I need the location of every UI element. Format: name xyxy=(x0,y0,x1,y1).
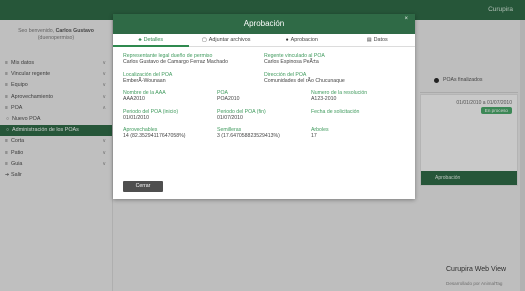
tab-label: Datos xyxy=(373,37,388,43)
field-row: Localización del POA EmberÃ-Wounaan Dire… xyxy=(123,72,405,85)
field-row: Nombre de la AAA AAA2010 POA POA2010 Num… xyxy=(123,90,405,103)
tab-detalles[interactable]: ♣ Detalles xyxy=(113,34,189,47)
modal-title: Aprobación xyxy=(243,19,285,28)
field-value: POA2010 xyxy=(216,96,240,102)
file-icon: ▢ xyxy=(202,37,207,43)
field-label: Fecha de solicitación xyxy=(310,108,360,115)
field-value: Carlos Gustavo de Camargo Ferraz Machado xyxy=(123,59,228,65)
field-row: Representante legal dueño de permiso Car… xyxy=(123,53,405,66)
close-button[interactable]: Cerrar xyxy=(123,181,163,192)
tab-datos[interactable]: ▤ Datos xyxy=(340,34,416,46)
modal-tabs: ♣ Detalles ▢ Adjuntar archivos ● Aprobacion… xyxy=(113,34,415,47)
table-icon: ▤ xyxy=(366,37,372,43)
field-value: A123-2010 xyxy=(310,96,337,102)
field-arboles: Arboles 17 xyxy=(311,127,405,140)
tab-label: Aprobacion xyxy=(290,37,318,43)
field-periodo-inicio: Periodo del POA (inicio) 01/01/2010 xyxy=(123,109,217,122)
field-resolucion: Numero de la resolución A123-2010 xyxy=(311,90,405,103)
modal-header: Aprobación × xyxy=(113,14,415,34)
field-periodo-fin: Periodo del POA (fin) 01/07/2010 xyxy=(217,109,311,122)
tab-adjuntar-archivos[interactable]: ▢ Adjuntar archivos xyxy=(189,34,265,46)
field-row: Aprovechables 14 (82.35294117647058%) Se… xyxy=(123,127,405,140)
check-circle-icon: ● xyxy=(285,37,289,43)
field-value: EmberÃ-Wounaan xyxy=(123,77,166,84)
field-regente: Regente vinculado al POA Carlos Espinosa… xyxy=(264,53,405,66)
field-fecha-solicitacion: Fecha de solicitación xyxy=(311,109,405,122)
details-fields: Representante legal dueño de permiso Car… xyxy=(113,47,415,140)
field-value: 17 xyxy=(310,133,317,139)
field-value: 01/01/2010 xyxy=(123,114,149,121)
approval-modal: Aprobación × ♣ Detalles ▢ Adjuntar archivo… xyxy=(113,14,415,199)
field-value: Comunidades del rÃo Chucunaque xyxy=(264,77,345,84)
field-poa: POA POA2010 xyxy=(217,90,311,103)
field-direccion: Dirección del POA Comunidades del rÃo Ch… xyxy=(264,72,405,85)
close-icon[interactable]: × xyxy=(404,14,408,24)
field-value: Carlos Espinosa PeÃ±a xyxy=(264,59,319,65)
tree-icon: ♣ xyxy=(138,37,142,43)
field-value: AAA2010 xyxy=(123,96,145,102)
field-aprovechables: Aprovechables 14 (82.35294117647058%) xyxy=(123,127,217,140)
field-localizacion: Localización del POA EmberÃ-Wounaan xyxy=(123,72,264,85)
field-value: 14 (82.35294117647058%) xyxy=(123,133,186,139)
field-value: 01/07/2010 xyxy=(216,114,243,121)
field-representante: Representante legal dueño de permiso Car… xyxy=(123,53,264,66)
tab-aprobacion[interactable]: ● Aprobacion xyxy=(264,34,340,46)
tab-label: Detalles xyxy=(143,37,164,43)
field-row: Periodo del POA (inicio) 01/01/2010 Peri… xyxy=(123,109,405,122)
field-aaa: Nombre de la AAA AAA2010 xyxy=(123,90,217,103)
field-semilleras: Semilleras 3 (17.647058823529413%) xyxy=(217,127,311,140)
tab-label: Adjuntar archivos xyxy=(208,37,251,43)
field-value: 3 (17.647058823529413%) xyxy=(216,133,280,139)
